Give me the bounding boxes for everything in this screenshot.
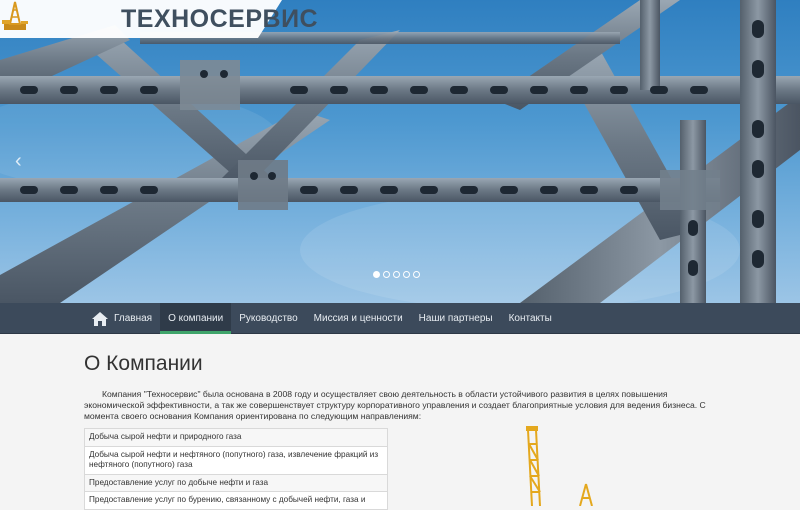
slider-dot-5[interactable] — [413, 271, 420, 278]
table-row: Предоставление услуг по бурению, связанн… — [84, 491, 388, 510]
nav-item-mission[interactable]: Миссия и ценности — [306, 303, 411, 334]
main-navbar: Главная О компании Руководство Миссия и … — [0, 303, 800, 334]
hero-image — [0, 0, 800, 303]
slider-dot-2[interactable] — [383, 271, 390, 278]
directions-table: Добыча сырой нефти и природного газа Доб… — [84, 428, 388, 510]
nav-item-about[interactable]: О компании — [160, 303, 232, 334]
table-row: Предоставление услуг по добыче нефти и г… — [84, 473, 388, 492]
intro-paragraph: Компания "Техносервис" была основана в 2… — [84, 389, 706, 421]
slider-prev-arrow-icon[interactable]: ‹ — [15, 150, 31, 172]
nav-item-label: Миссия и ценности — [313, 313, 403, 324]
page-title: О Компании — [84, 352, 203, 375]
oil-rig-logo-icon — [2, 1, 28, 30]
nav-item-label: Главная — [114, 313, 153, 324]
table-row: Добыча сырой нефти и природного газа — [84, 428, 388, 447]
nav-item-contacts[interactable]: Контакты — [501, 303, 560, 334]
nav-item-partners[interactable]: Наши партнеры — [411, 303, 501, 334]
nav-item-management[interactable]: Руководство — [231, 303, 305, 334]
slider-dot-4[interactable] — [403, 271, 410, 278]
slider-dot-1[interactable] — [373, 271, 380, 278]
nav-menu: Главная О компании Руководство Миссия и … — [84, 303, 560, 334]
slider-dots — [373, 271, 420, 279]
hero-slider: ТЕХНОСЕРВИС ‹ — [0, 0, 800, 303]
table-row: Добыча сырой нефти и нефтяного (попутног… — [84, 445, 388, 475]
logo-bar[interactable]: ТЕХНОСЕРВИС — [0, 0, 318, 38]
nav-item-label: Наши партнеры — [418, 313, 493, 324]
oil-rig-illustration — [526, 426, 593, 506]
table-cell: Добыча сырой нефти и нефтяного (попутног… — [84, 445, 388, 475]
nav-item-home[interactable]: Главная — [84, 303, 160, 334]
nav-item-label: Контакты — [508, 313, 552, 324]
nav-item-label: Руководство — [239, 313, 298, 324]
brand-name: ТЕХНОСЕРВИС — [121, 5, 319, 33]
slider-dot-3[interactable] — [393, 271, 400, 278]
table-cell: Предоставление услуг по добыче нефти и г… — [84, 473, 388, 492]
nav-item-label: О компании — [168, 313, 224, 324]
table-cell: Предоставление услуг по бурению, связанн… — [84, 491, 388, 510]
table-cell: Добыча сырой нефти и природного газа — [84, 428, 388, 447]
home-icon — [92, 311, 108, 326]
